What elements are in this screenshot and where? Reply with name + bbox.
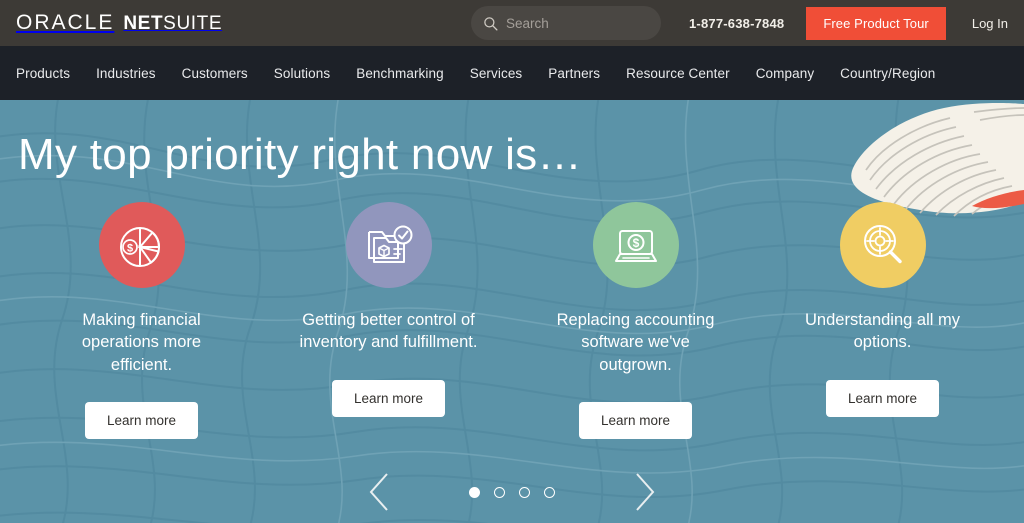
search-input[interactable] [506, 15, 649, 31]
pie-chart-dollar-icon: $ [98, 202, 185, 289]
nav-item-customers[interactable]: Customers [169, 66, 261, 81]
priority-cards: $ Making financial operations more effic… [18, 202, 1006, 439]
priority-card-financial-operations[interactable]: $ Making financial operations more effic… [18, 202, 265, 439]
search-box[interactable] [471, 6, 661, 40]
top-bar-actions: 1-877-638-7848 Free Product Tour Log In [471, 6, 1008, 40]
carousel-dot-1[interactable] [469, 486, 480, 498]
card-text: Making financial operations more efficie… [81, 311, 202, 374]
carousel-dot-4[interactable] [544, 486, 555, 498]
card-text: Replacing accounting software we've outg… [556, 311, 715, 374]
magnifier-target-icon [839, 202, 926, 289]
priority-card-accounting-software[interactable]: $ Replacing accounting software we've ou… [512, 202, 759, 439]
folder-box-check-icon [345, 202, 432, 289]
top-utility-bar: ORACLE NETSUITE 1-877-638-7848 Free Prod… [0, 0, 1024, 46]
carousel-dot-3[interactable] [519, 486, 530, 498]
nav-item-solutions[interactable]: Solutions [261, 66, 343, 81]
hero-headline: My top priority right now is… [18, 130, 582, 179]
nav-item-resource-center[interactable]: Resource Center [613, 66, 743, 81]
carousel-dot-2[interactable] [494, 486, 505, 498]
search-icon [484, 16, 498, 31]
carousel-controls [0, 469, 1024, 515]
hero-content: My top priority right now is… $ Making f… [0, 100, 1024, 439]
priority-card-understanding-options[interactable]: Understanding all my options. Learn more [759, 202, 1006, 439]
nav-item-benchmarking[interactable]: Benchmarking [343, 66, 457, 81]
hero-banner: My top priority right now is… $ Making f… [0, 100, 1024, 523]
carousel-dots [469, 486, 555, 498]
nav-item-company[interactable]: Company [743, 66, 827, 81]
chevron-left-icon[interactable] [365, 469, 395, 515]
phone-number[interactable]: 1-877-638-7848 [689, 16, 784, 31]
logo-suite-text: SUITE [163, 13, 223, 34]
logo-net-text: NET [123, 13, 164, 34]
priority-card-inventory-fulfillment[interactable]: Getting better control of inventory and … [265, 202, 512, 439]
main-navigation: Products Industries Customers Solutions … [0, 46, 1024, 100]
learn-more-button[interactable]: Learn more [825, 379, 940, 417]
free-product-tour-button[interactable]: Free Product Tour [806, 6, 946, 40]
nav-item-industries[interactable]: Industries [83, 66, 169, 81]
nav-item-products[interactable]: Products [16, 66, 83, 81]
nav-item-country-region[interactable]: Country/Region [827, 66, 948, 81]
learn-more-button[interactable]: Learn more [331, 379, 446, 417]
login-link[interactable]: Log In [972, 16, 1008, 31]
learn-more-button[interactable]: Learn more [578, 401, 693, 439]
nav-item-services[interactable]: Services [457, 66, 536, 81]
svg-text:$: $ [632, 236, 639, 250]
svg-text:$: $ [126, 243, 132, 255]
card-text: Understanding all my options. [805, 311, 960, 352]
card-text: Getting better control of inventory and … [299, 311, 478, 352]
laptop-dollar-icon: $ [592, 202, 679, 289]
oracle-netsuite-logo[interactable]: ORACLE NETSUITE [16, 11, 222, 35]
learn-more-button[interactable]: Learn more [84, 401, 199, 439]
nav-item-partners[interactable]: Partners [535, 66, 613, 81]
logo-oracle-text: ORACLE [16, 11, 115, 34]
chevron-right-icon[interactable] [629, 469, 659, 515]
